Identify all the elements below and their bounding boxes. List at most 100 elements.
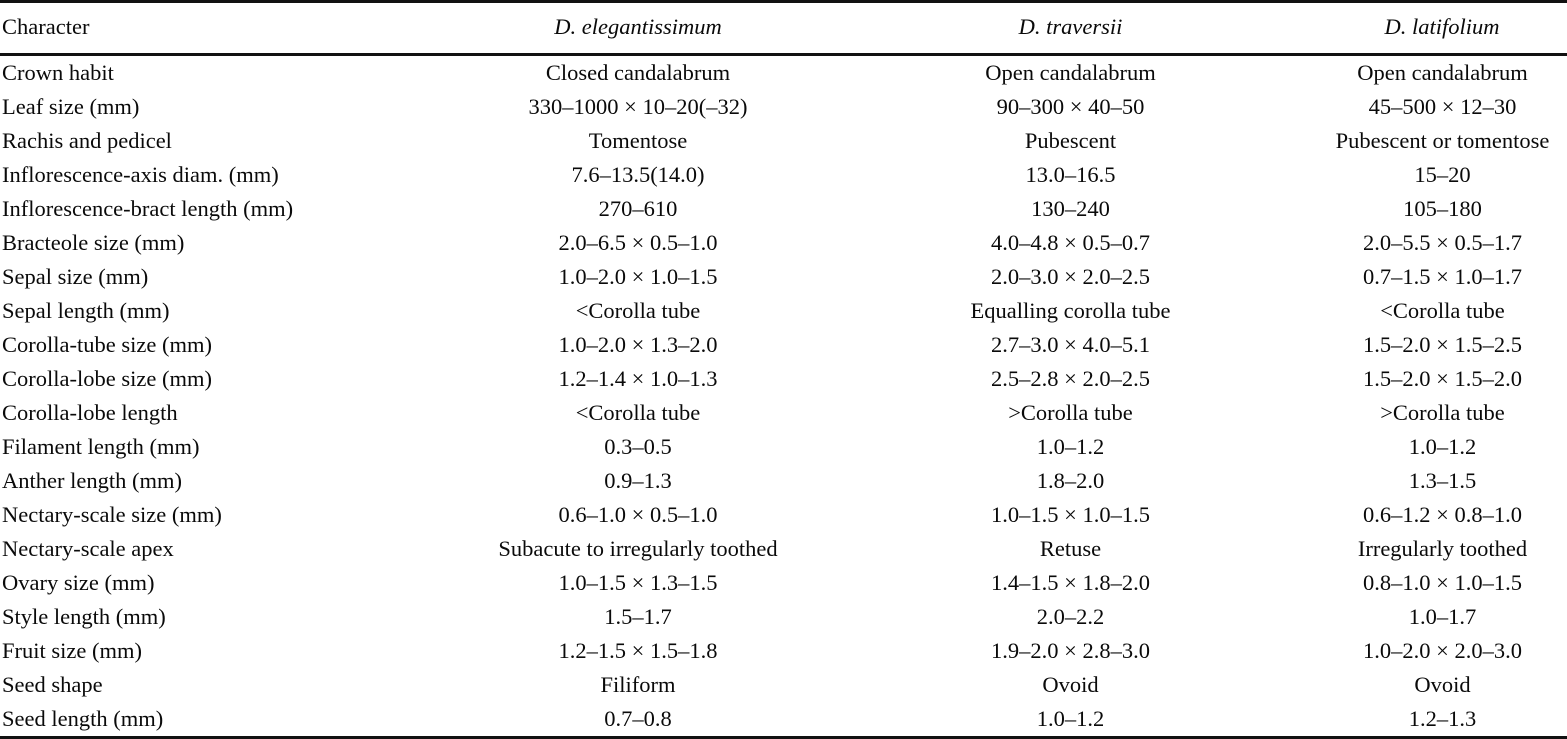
table-row: Anther length (mm)0.9–1.31.8–2.01.3–1.5	[0, 464, 1567, 498]
value-cell-species-2: 1.0–1.2	[824, 702, 1317, 738]
table-body: Crown habitClosed candalabrumOpen candal…	[0, 55, 1567, 738]
value-cell-species-1: <Corolla tube	[452, 294, 824, 328]
table-row: Nectary-scale apexSubacute to irregularl…	[0, 532, 1567, 566]
character-label: Nectary-scale size (mm)	[0, 498, 452, 532]
character-label: Rachis and pedicel	[0, 124, 452, 158]
table-row: Corolla-tube size (mm)1.0–2.0 × 1.3–2.02…	[0, 328, 1567, 362]
value-cell-species-3: Ovoid	[1317, 668, 1567, 702]
character-label: Sepal size (mm)	[0, 260, 452, 294]
value-cell-species-2: 2.0–2.2	[824, 600, 1317, 634]
value-cell-species-2: 1.4–1.5 × 1.8–2.0	[824, 566, 1317, 600]
value-cell-species-3: Pubescent or tomentose	[1317, 124, 1567, 158]
table-row: Fruit size (mm)1.2–1.5 × 1.5–1.81.9–2.0 …	[0, 634, 1567, 668]
value-cell-species-2: 1.0–1.2	[824, 430, 1317, 464]
value-cell-species-2: >Corolla tube	[824, 396, 1317, 430]
value-cell-species-3: 1.0–2.0 × 2.0–3.0	[1317, 634, 1567, 668]
character-label: Bracteole size (mm)	[0, 226, 452, 260]
value-cell-species-1: 0.6–1.0 × 0.5–1.0	[452, 498, 824, 532]
value-cell-species-2: 13.0–16.5	[824, 158, 1317, 192]
value-cell-species-1: Tomentose	[452, 124, 824, 158]
value-cell-species-1: Closed candalabrum	[452, 55, 824, 91]
value-cell-species-2: Ovoid	[824, 668, 1317, 702]
value-cell-species-2: 130–240	[824, 192, 1317, 226]
value-cell-species-1: Subacute to irregularly toothed	[452, 532, 824, 566]
value-cell-species-3: <Corolla tube	[1317, 294, 1567, 328]
value-cell-species-1: 270–610	[452, 192, 824, 226]
character-label: Corolla-tube size (mm)	[0, 328, 452, 362]
table-header: Character D. elegantissimum D. traversii…	[0, 2, 1567, 55]
column-header-character: Character	[0, 2, 452, 55]
table-row: Seed length (mm)0.7–0.81.0–1.21.2–1.3	[0, 702, 1567, 738]
value-cell-species-2: 2.5–2.8 × 2.0–2.5	[824, 362, 1317, 396]
table-row: Crown habitClosed candalabrumOpen candal…	[0, 55, 1567, 91]
table-row: Ovary size (mm)1.0–1.5 × 1.3–1.51.4–1.5 …	[0, 566, 1567, 600]
value-cell-species-1: Filiform	[452, 668, 824, 702]
value-cell-species-1: 1.5–1.7	[452, 600, 824, 634]
value-cell-species-3: 0.6–1.2 × 0.8–1.0	[1317, 498, 1567, 532]
table-row: Filament length (mm)0.3–0.51.0–1.21.0–1.…	[0, 430, 1567, 464]
table-header-row: Character D. elegantissimum D. traversii…	[0, 2, 1567, 55]
value-cell-species-3: 0.8–1.0 × 1.0–1.5	[1317, 566, 1567, 600]
table-row: Sepal length (mm)<Corolla tubeEqualling …	[0, 294, 1567, 328]
value-cell-species-2: Open candalabrum	[824, 55, 1317, 91]
character-label: Inflorescence-axis diam. (mm)	[0, 158, 452, 192]
value-cell-species-3: 1.0–1.7	[1317, 600, 1567, 634]
value-cell-species-2: Retuse	[824, 532, 1317, 566]
value-cell-species-1: 7.6–13.5(14.0)	[452, 158, 824, 192]
value-cell-species-2: Equalling corolla tube	[824, 294, 1317, 328]
character-label: Sepal length (mm)	[0, 294, 452, 328]
table-row: Nectary-scale size (mm)0.6–1.0 × 0.5–1.0…	[0, 498, 1567, 532]
character-label: Fruit size (mm)	[0, 634, 452, 668]
table-row: Seed shapeFiliformOvoidOvoid	[0, 668, 1567, 702]
value-cell-species-1: 0.7–0.8	[452, 702, 824, 738]
value-cell-species-3: 1.2–1.3	[1317, 702, 1567, 738]
value-cell-species-3: 1.5–2.0 × 1.5–2.5	[1317, 328, 1567, 362]
character-label: Corolla-lobe size (mm)	[0, 362, 452, 396]
value-cell-species-3: 0.7–1.5 × 1.0–1.7	[1317, 260, 1567, 294]
value-cell-species-2: 4.0–4.8 × 0.5–0.7	[824, 226, 1317, 260]
table-row: Style length (mm)1.5–1.72.0–2.21.0–1.7	[0, 600, 1567, 634]
value-cell-species-3: 45–500 × 12–30	[1317, 90, 1567, 124]
value-cell-species-2: 1.8–2.0	[824, 464, 1317, 498]
value-cell-species-1: <Corolla tube	[452, 396, 824, 430]
table-row: Inflorescence-bract length (mm)270–61013…	[0, 192, 1567, 226]
value-cell-species-3: 2.0–5.5 × 0.5–1.7	[1317, 226, 1567, 260]
value-cell-species-1: 1.0–2.0 × 1.0–1.5	[452, 260, 824, 294]
value-cell-species-1: 1.0–1.5 × 1.3–1.5	[452, 566, 824, 600]
character-label: Ovary size (mm)	[0, 566, 452, 600]
value-cell-species-1: 0.3–0.5	[452, 430, 824, 464]
table-row: Sepal size (mm)1.0–2.0 × 1.0–1.52.0–3.0 …	[0, 260, 1567, 294]
character-label: Leaf size (mm)	[0, 90, 452, 124]
value-cell-species-2: 2.0–3.0 × 2.0–2.5	[824, 260, 1317, 294]
character-label: Nectary-scale apex	[0, 532, 452, 566]
table-row: Corolla-lobe length<Corolla tube>Corolla…	[0, 396, 1567, 430]
value-cell-species-3: 1.3–1.5	[1317, 464, 1567, 498]
value-cell-species-3: Open candalabrum	[1317, 55, 1567, 91]
value-cell-species-2: 2.7–3.0 × 4.0–5.1	[824, 328, 1317, 362]
value-cell-species-3: 15–20	[1317, 158, 1567, 192]
table-row: Rachis and pedicelTomentosePubescentPube…	[0, 124, 1567, 158]
comparison-table-container: Character D. elegantissimum D. traversii…	[0, 0, 1567, 701]
table-row: Inflorescence-axis diam. (mm)7.6–13.5(14…	[0, 158, 1567, 192]
value-cell-species-2: 1.9–2.0 × 2.8–3.0	[824, 634, 1317, 668]
value-cell-species-1: 330–1000 × 10–20(–32)	[452, 90, 824, 124]
value-cell-species-3: 105–180	[1317, 192, 1567, 226]
value-cell-species-1: 1.2–1.4 × 1.0–1.3	[452, 362, 824, 396]
character-label: Crown habit	[0, 55, 452, 91]
character-label: Style length (mm)	[0, 600, 452, 634]
species-comparison-table: Character D. elegantissimum D. traversii…	[0, 0, 1567, 739]
character-label: Seed shape	[0, 668, 452, 702]
character-label: Seed length (mm)	[0, 702, 452, 738]
value-cell-species-3: >Corolla tube	[1317, 396, 1567, 430]
value-cell-species-2: 90–300 × 40–50	[824, 90, 1317, 124]
value-cell-species-1: 1.2–1.5 × 1.5–1.8	[452, 634, 824, 668]
character-label: Corolla-lobe length	[0, 396, 452, 430]
table-row: Leaf size (mm)330–1000 × 10–20(–32)90–30…	[0, 90, 1567, 124]
value-cell-species-1: 1.0–2.0 × 1.3–2.0	[452, 328, 824, 362]
character-label: Filament length (mm)	[0, 430, 452, 464]
column-header-species-3: D. latifolium	[1317, 2, 1567, 55]
value-cell-species-2: 1.0–1.5 × 1.0–1.5	[824, 498, 1317, 532]
table-row: Corolla-lobe size (mm)1.2–1.4 × 1.0–1.32…	[0, 362, 1567, 396]
value-cell-species-3: Irregularly toothed	[1317, 532, 1567, 566]
table-row: Bracteole size (mm)2.0–6.5 × 0.5–1.04.0–…	[0, 226, 1567, 260]
